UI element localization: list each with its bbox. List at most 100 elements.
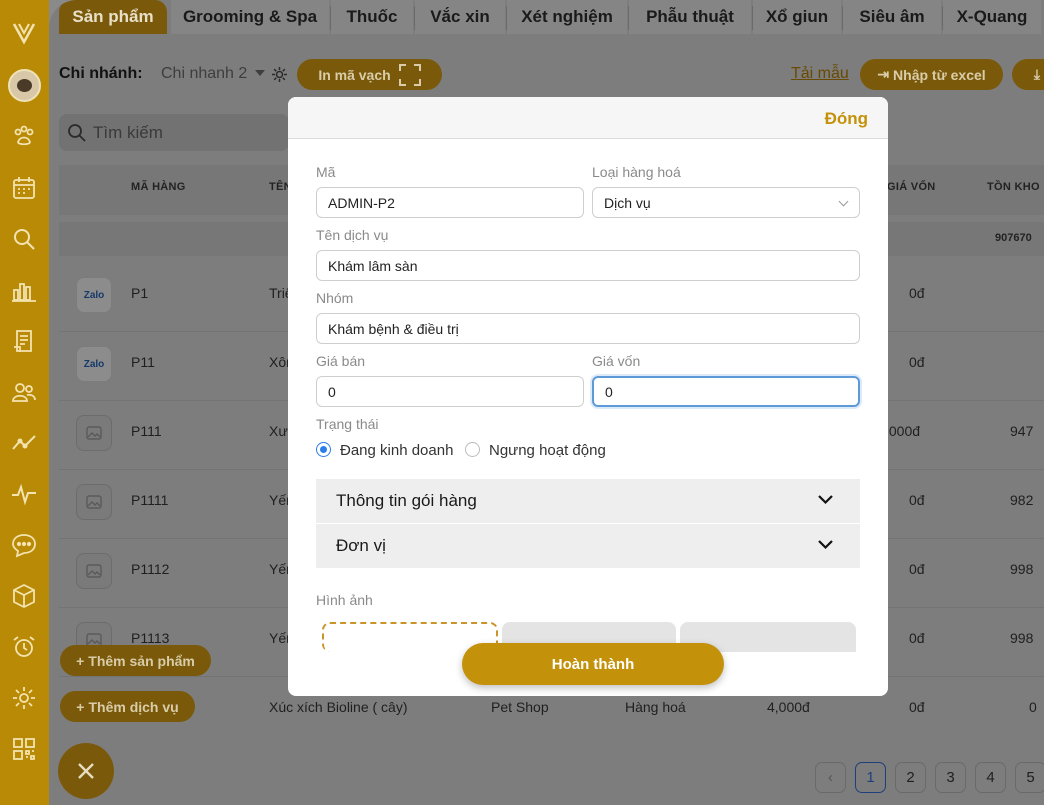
add-service-button[interactable]: + Thêm dịch vụ xyxy=(60,691,195,722)
close-icon xyxy=(78,763,94,779)
app-root: Sản phẩm Grooming & Spa Thuốc Vắc xin Xé… xyxy=(0,0,1044,805)
group-label: Nhóm xyxy=(316,290,354,306)
product-cost: 0đ xyxy=(909,630,925,646)
type-label: Loại hàng hoá xyxy=(592,164,681,180)
tab-medicine[interactable]: Thuốc xyxy=(331,0,413,34)
settings-icon[interactable] xyxy=(6,680,42,716)
export-button[interactable]: ⤓ xyxy=(1012,59,1044,90)
product-cost: 0đ xyxy=(909,354,925,370)
search-icon[interactable] xyxy=(6,221,42,257)
gear-icon[interactable] xyxy=(271,66,288,83)
box-icon[interactable] xyxy=(6,578,42,614)
status-inactive-label[interactable]: Ngưng hoạt động xyxy=(489,442,606,459)
product-code: P1111 xyxy=(131,492,169,508)
chevron-down-icon[interactable] xyxy=(255,70,265,76)
users-icon[interactable] xyxy=(6,374,42,410)
tab-xray[interactable]: X-Quang xyxy=(943,0,1041,34)
page-button[interactable]: 3 xyxy=(935,762,966,793)
calendar-icon[interactable] xyxy=(6,170,42,206)
qr-icon[interactable] xyxy=(6,731,42,767)
product-stock: 998 xyxy=(1010,561,1034,577)
tab-grooming-spa[interactable]: Grooming & Spa xyxy=(171,0,329,34)
column-header-code[interactable]: MÃ HÀNG xyxy=(131,181,186,193)
type-select-value: Dịch vụ xyxy=(604,194,651,211)
status-active-radio[interactable] xyxy=(316,442,331,457)
service-edit-modal: Đóng Mã ADMIN-P2 Loại hàng hoá Dịch vụ T… xyxy=(288,97,888,696)
product-code: P111 xyxy=(131,423,162,439)
column-header-stock[interactable]: TỒN KHO xyxy=(987,181,1040,193)
group-field[interactable]: Khám bệnh & điều trị xyxy=(316,313,860,344)
search-input[interactable]: Tìm kiếm xyxy=(59,114,289,151)
page-button[interactable]: 4 xyxy=(975,762,1006,793)
code-field[interactable]: ADMIN-P2 xyxy=(316,187,584,218)
prev-page-button[interactable]: ‹ xyxy=(815,762,846,793)
paw-icon[interactable] xyxy=(6,118,42,154)
page-button[interactable]: 2 xyxy=(895,762,926,793)
cost-price-field[interactable]: 0 xyxy=(592,376,860,407)
chat-icon[interactable] xyxy=(6,527,42,563)
print-barcode-button[interactable]: In mã vạch xyxy=(297,59,442,90)
print-barcode-label: In mã vạch xyxy=(318,66,391,83)
trend-icon[interactable] xyxy=(6,425,42,461)
product-code: P11 xyxy=(131,354,155,370)
document-icon[interactable] xyxy=(6,323,42,359)
image-placeholder-icon xyxy=(76,553,112,589)
chevron-down-icon xyxy=(818,495,833,505)
status-active-label[interactable]: Đang kinh doanh xyxy=(340,442,453,459)
sell-price-field[interactable]: 0 xyxy=(316,376,584,407)
category-tabs: Sản phẩm Grooming & Spa Thuốc Vắc xin Xé… xyxy=(49,0,1044,34)
column-header-cost[interactable]: GIÁ VỐN xyxy=(887,181,936,193)
import-icon: ⇥ xyxy=(877,66,890,82)
import-excel-label: Nhập từ excel xyxy=(893,66,986,83)
avatar[interactable] xyxy=(8,69,41,102)
service-name-field[interactable]: Khám lâm sàn xyxy=(316,250,860,281)
bar-chart-icon[interactable] xyxy=(6,272,42,308)
image-label: Hình ảnh xyxy=(316,592,373,608)
logo-icon[interactable] xyxy=(6,14,42,50)
close-button[interactable]: Đóng xyxy=(825,109,868,129)
package-info-label: Thông tin gói hàng xyxy=(336,491,477,510)
page-button[interactable]: 1 xyxy=(855,762,886,793)
product-cost: 0đ xyxy=(909,285,925,301)
product-cost: 0đ xyxy=(909,699,925,715)
tab-ultrasound[interactable]: Siêu âm xyxy=(843,0,941,34)
tab-surgery[interactable]: Phẫu thuật xyxy=(629,0,751,34)
sidebar xyxy=(0,0,49,805)
product-stock: 0 xyxy=(1029,699,1037,715)
complete-button[interactable]: Hoàn thành xyxy=(462,643,724,685)
product-cost: 0đ xyxy=(909,492,925,508)
product-name: Xư xyxy=(269,423,288,439)
download-template-link[interactable]: Tải mẫu xyxy=(791,65,849,83)
product-stock: 947 xyxy=(1010,423,1034,439)
branch-select[interactable]: Chi nhanh 2 xyxy=(161,65,247,83)
tab-products[interactable]: Sản phẩm xyxy=(59,0,167,34)
total-stock: 907670 xyxy=(995,232,1032,244)
import-excel-button[interactable]: ⇥ Nhập từ excel xyxy=(860,59,1003,90)
product-thumbnail: Zalo xyxy=(76,277,112,313)
add-product-label: Thêm sản phẩm xyxy=(88,652,195,669)
product-type: Hàng hoá xyxy=(625,699,686,715)
zalo-logo-icon: Zalo xyxy=(83,358,105,370)
tab-lab-test[interactable]: Xét nghiệm xyxy=(507,0,627,34)
alarm-icon[interactable] xyxy=(6,629,42,665)
tab-vaccine[interactable]: Vắc xin xyxy=(415,0,505,34)
status-inactive-radio[interactable] xyxy=(465,442,480,457)
add-service-label: Thêm dịch vụ xyxy=(88,698,179,715)
product-thumbnail: Zalo xyxy=(76,346,112,382)
close-fab-button[interactable] xyxy=(58,743,114,799)
page-button[interactable]: 5 xyxy=(1015,762,1044,793)
pulse-icon[interactable] xyxy=(6,476,42,512)
product-code: P1113 xyxy=(131,630,170,646)
service-name-label: Tên dịch vụ xyxy=(316,227,389,243)
product-stock: 982 xyxy=(1010,492,1034,508)
code-label: Mã xyxy=(316,164,336,180)
add-product-button[interactable]: + Thêm sản phẩm xyxy=(60,645,211,676)
package-info-accordion[interactable]: Thông tin gói hàng xyxy=(316,479,860,523)
tab-deworming[interactable]: Xổ giun xyxy=(753,0,841,34)
unit-accordion[interactable]: Đơn vị xyxy=(316,524,860,568)
product-cost: 0đ xyxy=(909,561,925,577)
modal-header: Đóng xyxy=(288,97,888,139)
type-select[interactable]: Dịch vụ xyxy=(592,187,860,218)
product-price: 4,000đ xyxy=(767,699,810,715)
product-name: Xúc xích Bioline ( cây) xyxy=(269,699,408,715)
